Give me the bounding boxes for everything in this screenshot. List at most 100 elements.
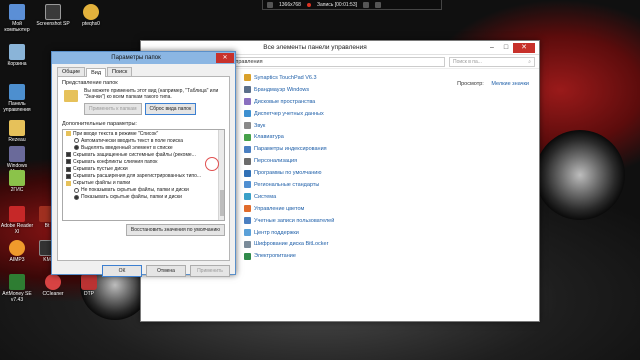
cp-item[interactable]: Звук (244, 120, 364, 132)
desktop-icon-screenshot[interactable]: Screenshot SP (36, 4, 70, 27)
desktop-icon-adobe-reader[interactable]: Adobe Reader XI (0, 206, 34, 235)
advanced-setting-label: Скрывать пустые диски (73, 166, 128, 173)
cp-item[interactable]: Параметры индексирования (244, 143, 364, 155)
advanced-setting-row[interactable]: Показывать скрытые файлы, папки и диски (63, 194, 224, 201)
ok-button[interactable]: ОК (102, 265, 142, 277)
folder-icon (9, 120, 25, 136)
checkbox[interactable] (66, 159, 71, 165)
radio-button[interactable] (74, 194, 79, 200)
cp-item[interactable]: Электропитание (244, 250, 364, 262)
dialog-titlebar[interactable]: Параметры папок ✕ (52, 52, 235, 64)
tab-search[interactable]: Поиск (107, 67, 133, 76)
advanced-settings-label: Дополнительные параметры: (62, 121, 137, 127)
cp-item-icon (244, 157, 251, 165)
cp-item-icon (244, 252, 251, 260)
cp-item[interactable]: Региональные стандарты (244, 179, 364, 191)
desktop-icon-recycle-bin[interactable]: Корзина (0, 44, 34, 67)
advanced-settings-list[interactable]: При вводе текста в режиме "Список" Автома… (62, 129, 225, 221)
view-tab-panel: Представление папок Вы можете применить … (57, 76, 230, 261)
view-selector: Просмотр: Мелкие значки (457, 81, 529, 87)
checkbox[interactable] (66, 166, 71, 172)
reset-folders-button[interactable]: Сброс вида папок (144, 103, 197, 115)
recorder-stop-button[interactable] (375, 1, 382, 8)
search-input[interactable]: Поиск в па... ⌕ (449, 56, 535, 67)
maximize-button[interactable]: □ (499, 43, 513, 53)
minimize-button[interactable]: – (485, 43, 499, 53)
pdf-icon (9, 206, 25, 222)
scrollbar-thumb[interactable] (220, 190, 224, 216)
tab-general[interactable]: Общие (57, 67, 86, 76)
cp-item-label: Synaptics TouchPad V6.3 (254, 74, 317, 81)
desktop-icon-pteqhs0[interactable]: pteqhs0 (74, 4, 108, 27)
desktop-icon-artmoney[interactable]: ArtMoney SE v7.43 (0, 274, 34, 303)
recorder-menu-icon[interactable] (267, 1, 273, 8)
scrollbar[interactable] (218, 130, 224, 220)
record-dot-icon (306, 2, 311, 7)
advanced-setting-row[interactable]: Скрывать пустые диски (63, 165, 224, 172)
cp-item[interactable]: Брандмауэр Windows (244, 84, 364, 96)
cp-item-label: Брандмауэр Windows (254, 86, 310, 93)
money-icon (9, 274, 25, 290)
view-label: Просмотр: (457, 81, 484, 87)
apply-to-folders-button[interactable]: Применить к папкам (84, 103, 142, 115)
desktop-icon-aimp3[interactable]: AIMP3 (0, 240, 34, 263)
cp-item-icon (244, 74, 251, 82)
advanced-setting-row[interactable]: Скрывать конфликты слияния папок (63, 158, 224, 165)
cp-item[interactable]: Управление цветом (244, 203, 364, 215)
advanced-setting-label: Скрывать конфликты слияния папок (73, 158, 158, 165)
dialog-close-button[interactable]: ✕ (216, 53, 234, 63)
cp-item-icon (244, 133, 251, 141)
cp-item[interactable]: Центр поддержки (244, 227, 364, 239)
checkbox[interactable] (66, 152, 71, 158)
recording-toolbar: 1366x768 Запись [00:01:53] (262, 0, 442, 10)
radio-button[interactable] (74, 187, 79, 193)
view-dropdown[interactable]: Мелкие значки (491, 81, 529, 87)
cursor-highlight (205, 157, 219, 171)
cp-item[interactable]: Дисковые пространства (244, 96, 364, 108)
restore-defaults-button[interactable]: Восстановить значения по умолчанию (125, 224, 225, 236)
cp-item[interactable]: Synaptics TouchPad V6.3 (244, 72, 364, 84)
desktop-icon-control-panel[interactable]: Панель управления (0, 84, 34, 113)
advanced-setting-row[interactable]: Не показывать скрытые файлы, папки и дис… (63, 187, 224, 194)
checkbox[interactable] (66, 173, 71, 179)
radio-button[interactable] (74, 145, 79, 151)
advanced-setting-row[interactable]: Автоматически вводить текст в поле поиск… (63, 137, 224, 144)
car-wheel-right (535, 130, 625, 220)
cp-item-icon (244, 240, 251, 248)
recorder-pause-button[interactable] (363, 1, 370, 8)
advanced-setting-row[interactable]: При вводе текста в режиме "Список" (63, 130, 224, 137)
tab-view[interactable]: Вид (86, 68, 107, 77)
apply-button[interactable]: Применить (190, 265, 230, 277)
folder-icon (66, 131, 71, 137)
radio-button[interactable] (74, 138, 79, 144)
window-title: Все элементы панели управления (263, 44, 367, 51)
dialog-title: Параметры папок (111, 55, 161, 61)
advanced-setting-label: При вводе текста в режиме "Список" (73, 130, 159, 137)
cp-item-label: Система (254, 193, 277, 200)
search-placeholder: Поиск в па... (453, 58, 482, 65)
control-panel-icon (9, 84, 25, 100)
cp-item[interactable]: Шифрование диска BitLocker (244, 238, 364, 250)
cp-item-label: Звук (254, 122, 266, 129)
cp-item-label: Клавиатура (254, 134, 284, 141)
cp-item-icon (244, 193, 251, 201)
cp-item[interactable]: Клавиатура (244, 131, 364, 143)
cp-item[interactable]: Учетные записи пользователей (244, 215, 364, 227)
close-button[interactable]: ✕ (513, 42, 535, 53)
advanced-setting-row[interactable]: Скрывать расширения для зарегистрированн… (63, 173, 224, 180)
cp-item[interactable]: Диспетчер учетных данных (244, 108, 364, 120)
cp-item[interactable]: Программы по умолчанию (244, 167, 364, 179)
cp-item-label: Программы по умолчанию (254, 170, 322, 177)
advanced-setting-row[interactable]: Скрытые файлы и папки (63, 180, 224, 187)
desktop-icon-rezeau[interactable]: Rezeau (0, 120, 34, 143)
cp-item-label: Региональные стандарты (254, 181, 320, 188)
cancel-button[interactable]: Отмена (146, 265, 186, 277)
desktop-icon-my-computer[interactable]: Мой компьютер (0, 4, 34, 33)
advanced-setting-label: Автоматически вводить текст в поле поиск… (81, 137, 184, 144)
cp-item-icon (244, 229, 251, 237)
cp-item[interactable]: Система (244, 191, 364, 203)
desktop-icon-2gis[interactable]: 2ГИС (0, 170, 34, 193)
cp-item[interactable]: Персонализация (244, 155, 364, 167)
advanced-setting-row[interactable]: Выделять введенный элемент в списке (63, 144, 224, 151)
advanced-setting-row[interactable]: Скрывать защищенные системные файлы (рек… (63, 151, 224, 158)
